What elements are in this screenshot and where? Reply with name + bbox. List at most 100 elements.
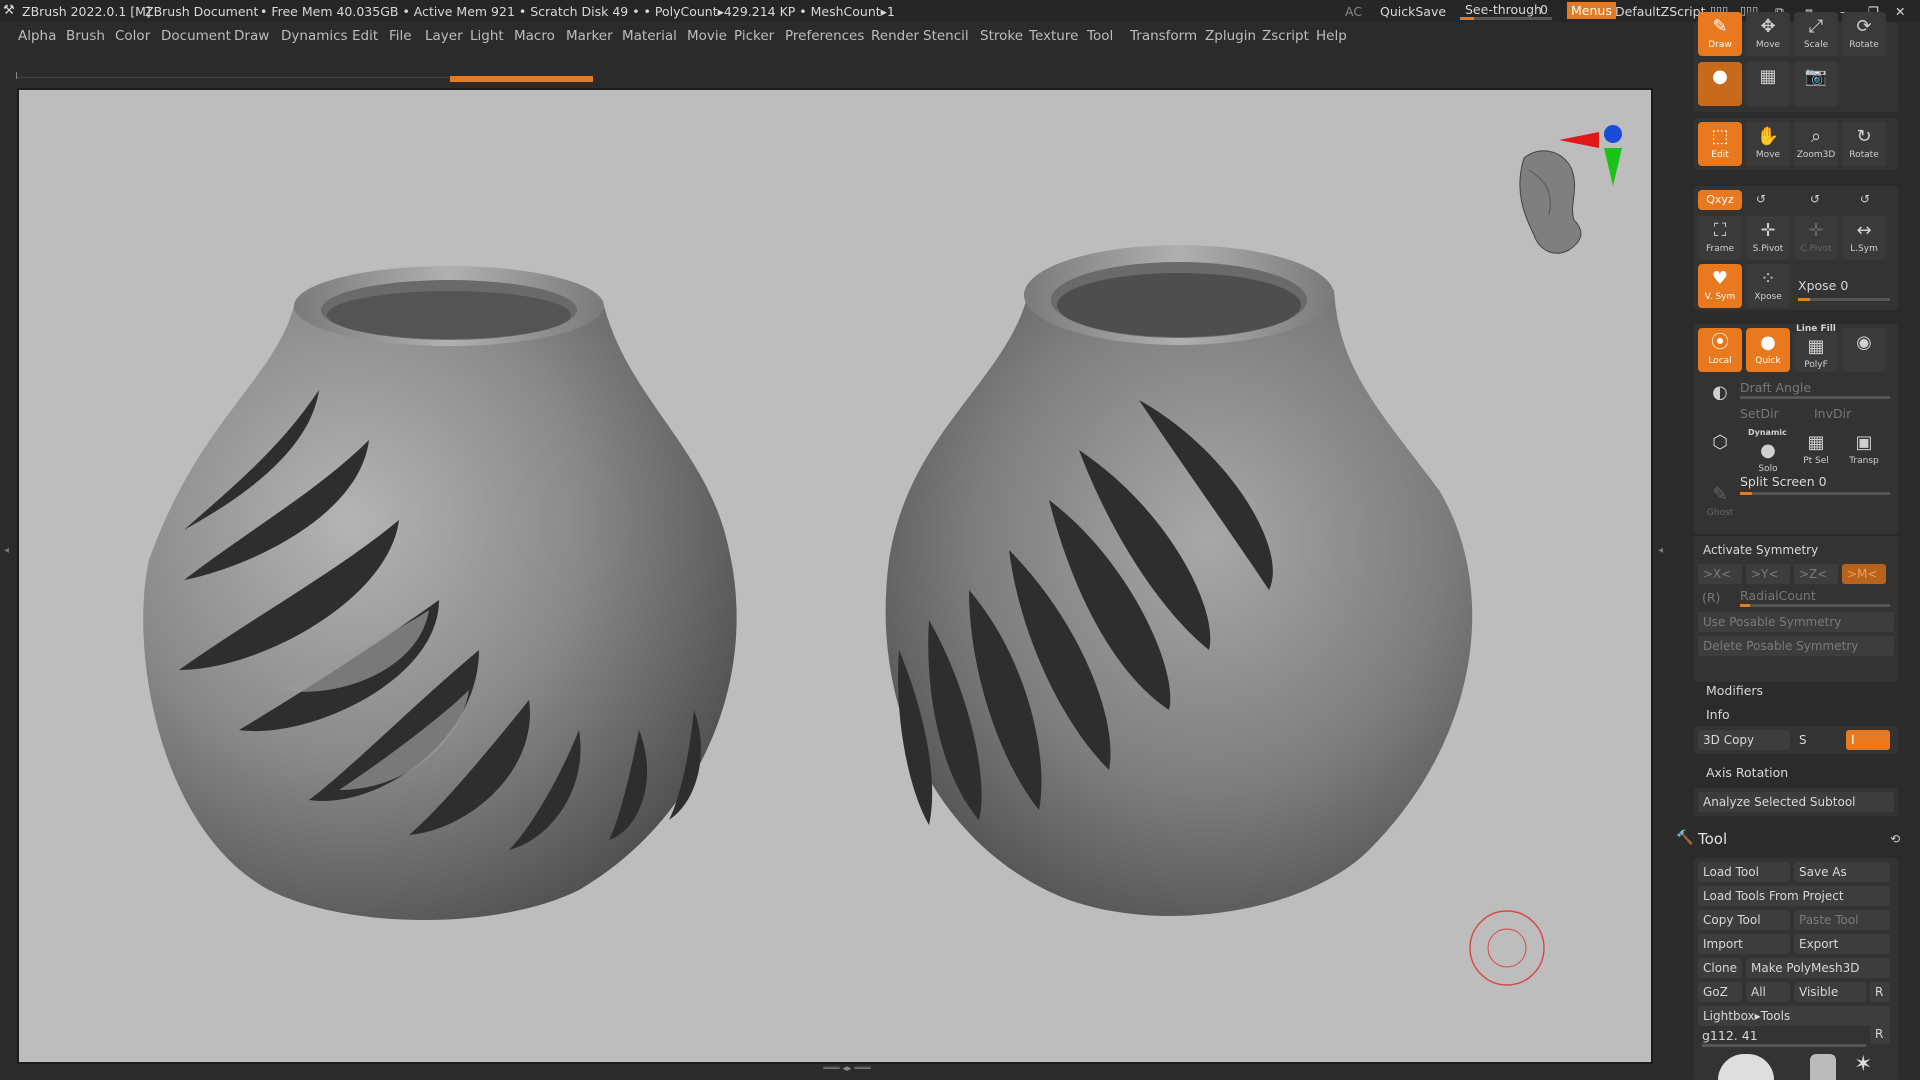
right-tray-arrow-icon[interactable]: ◂ bbox=[1658, 545, 1663, 556]
sym-x-button[interactable]: >X< bbox=[1698, 564, 1742, 584]
delete-posable-symmetry-button[interactable]: Delete Posable Symmetry bbox=[1698, 636, 1894, 656]
modifiers-header[interactable]: Modifiers bbox=[1694, 680, 1898, 702]
sym-x-icon[interactable]: ↺ bbox=[1860, 192, 1870, 206]
default-zscript-button[interactable]: DefaultZScript bbox=[1615, 4, 1706, 19]
sphere-button[interactable]: ◉ bbox=[1842, 328, 1886, 372]
copy3d-i-toggle[interactable]: I bbox=[1846, 730, 1890, 750]
invdir-button[interactable]: InvDir bbox=[1814, 406, 1851, 421]
ghost-button[interactable]: ✎ Ghost bbox=[1698, 480, 1742, 524]
vsym-button[interactable]: ♥ V. Sym bbox=[1698, 264, 1742, 308]
menu-dynamics[interactable]: Dynamics bbox=[281, 28, 348, 44]
lsym-button[interactable]: ↔ L.Sym bbox=[1842, 216, 1886, 260]
left-tray-arrow-icon[interactable]: ◂ bbox=[4, 545, 9, 556]
tool-thumbnail-cylinder[interactable] bbox=[1810, 1054, 1836, 1080]
current-tool-slider[interactable] bbox=[1702, 1044, 1866, 1047]
menus-toggle-button[interactable]: Menus bbox=[1567, 2, 1616, 19]
sym-y-icon[interactable]: ↺ bbox=[1756, 192, 1766, 206]
menu-macro[interactable]: Macro bbox=[514, 28, 555, 44]
local-button[interactable]: ⦿ Local bbox=[1698, 328, 1742, 372]
scale-button[interactable]: ⤢ Scale bbox=[1794, 12, 1838, 56]
move-button[interactable]: ✥ Move bbox=[1746, 12, 1790, 56]
goz-r-button[interactable]: R bbox=[1870, 982, 1890, 1002]
quicksave-button[interactable]: QuickSave bbox=[1380, 4, 1446, 19]
clone-button[interactable]: Clone bbox=[1698, 958, 1742, 978]
menu-brush[interactable]: Brush bbox=[66, 28, 105, 44]
xpose-button[interactable]: ⁘ Xpose bbox=[1746, 264, 1790, 308]
export-button[interactable]: Export bbox=[1794, 934, 1890, 954]
menu-draw[interactable]: Draw bbox=[234, 28, 269, 44]
sym-z-button[interactable]: >Z< bbox=[1794, 564, 1838, 584]
menu-material[interactable]: Material bbox=[622, 28, 677, 44]
radialcount-slider[interactable] bbox=[1740, 604, 1890, 607]
tool-thumbnail-vase[interactable] bbox=[1718, 1054, 1774, 1080]
navigation-gizmo[interactable] bbox=[1519, 125, 1622, 254]
menu-render[interactable]: Render bbox=[871, 28, 919, 44]
menu-movie[interactable]: Movie bbox=[687, 28, 727, 44]
see-through-label[interactable]: See-through bbox=[1465, 2, 1542, 17]
activate-symmetry-button[interactable]: Activate Symmetry bbox=[1698, 540, 1894, 560]
zoom3d-button[interactable]: ⌕ Zoom3D bbox=[1794, 122, 1838, 166]
current-tool-label[interactable]: g112. 41 bbox=[1702, 1028, 1758, 1043]
save-as-button[interactable]: Save As bbox=[1794, 862, 1890, 882]
load-tool-button[interactable]: Load Tool bbox=[1698, 862, 1790, 882]
menu-texture[interactable]: Texture bbox=[1029, 28, 1078, 44]
xyz-button[interactable]: Qxyz bbox=[1698, 190, 1742, 210]
paste-tool-button[interactable]: Paste Tool bbox=[1794, 910, 1890, 930]
menu-picker[interactable]: Picker bbox=[734, 28, 774, 44]
menu-marker[interactable]: Marker bbox=[566, 28, 613, 44]
use-posable-symmetry-button[interactable]: Use Posable Symmetry bbox=[1698, 612, 1894, 632]
menu-edit[interactable]: Edit bbox=[352, 28, 378, 44]
menu-stroke[interactable]: Stroke bbox=[980, 28, 1023, 44]
ac-label[interactable]: AC bbox=[1345, 4, 1362, 19]
menu-layer[interactable]: Layer bbox=[425, 28, 463, 44]
menu-zplugin[interactable]: Zplugin bbox=[1205, 28, 1256, 44]
cpivot-button[interactable]: ✛ C.Pivot bbox=[1794, 216, 1838, 260]
setdir-button[interactable]: SetDir bbox=[1740, 406, 1779, 421]
bottom-tray-toggle-icon[interactable]: ═══ ◂▸ ═══ bbox=[772, 1064, 922, 1074]
radial-r-toggle[interactable]: (R) bbox=[1702, 590, 1720, 605]
axis-rotation-header[interactable]: Axis Rotation bbox=[1694, 762, 1898, 784]
document-canvas[interactable] bbox=[19, 90, 1651, 1062]
transp-button[interactable]: ▣ Transp bbox=[1842, 428, 1886, 472]
import-button[interactable]: Import bbox=[1698, 934, 1790, 954]
menu-zscript[interactable]: Zscript bbox=[1262, 28, 1309, 44]
split-screen-slider[interactable] bbox=[1740, 492, 1890, 495]
radialcount-label[interactable]: RadialCount bbox=[1740, 588, 1816, 603]
menu-stencil[interactable]: Stencil bbox=[923, 28, 969, 44]
tool-palette-title[interactable]: Tool bbox=[1698, 830, 1727, 848]
make-polymesh3d-button[interactable]: Make PolyMesh3D bbox=[1746, 958, 1890, 978]
menu-transform[interactable]: Transform bbox=[1130, 28, 1197, 44]
polyf-button[interactable]: ▦ PolyF bbox=[1794, 332, 1838, 372]
draw-button[interactable]: ✎ Draw bbox=[1698, 12, 1742, 56]
goz-all-button[interactable]: All bbox=[1746, 982, 1790, 1002]
menu-alpha[interactable]: Alpha bbox=[18, 28, 56, 44]
snapshot-button[interactable]: 📷 bbox=[1794, 62, 1838, 106]
draft-angle-label[interactable]: Draft Angle bbox=[1740, 380, 1811, 395]
analyze-subtool-button[interactable]: Analyze Selected Subtool bbox=[1698, 792, 1894, 812]
rotate-button[interactable]: ⟳ Rotate bbox=[1842, 12, 1886, 56]
menu-color[interactable]: Color bbox=[115, 28, 150, 44]
load-tools-from-project-button[interactable]: Load Tools From Project bbox=[1698, 886, 1890, 906]
solo-button[interactable]: ● Solo bbox=[1746, 436, 1790, 474]
tool-thumbnail-star-icon[interactable]: ✶ bbox=[1854, 1052, 1872, 1077]
sym-y-button[interactable]: >Y< bbox=[1746, 564, 1790, 584]
menu-preferences[interactable]: Preferences bbox=[785, 28, 864, 44]
close-icon[interactable]: ✕ bbox=[1895, 4, 1905, 19]
sym-z-icon[interactable]: ↺ bbox=[1810, 192, 1820, 206]
split-screen-label[interactable]: Split Screen 0 bbox=[1740, 474, 1827, 489]
lightbox-tools-button[interactable]: Lightbox▸Tools bbox=[1698, 1006, 1890, 1026]
tool-reset-icon[interactable]: ⟲ bbox=[1890, 832, 1900, 846]
xpose-slider[interactable] bbox=[1798, 298, 1890, 301]
edit-mode-button[interactable]: ▦ bbox=[1746, 62, 1790, 106]
menu-tool[interactable]: Tool bbox=[1087, 28, 1113, 44]
edit-button[interactable]: ⬚ Edit bbox=[1698, 122, 1742, 166]
cube-button[interactable]: ⬡ bbox=[1698, 428, 1742, 472]
contrast-button[interactable]: ◐ bbox=[1698, 378, 1742, 422]
nav-move-button[interactable]: ✋ Move bbox=[1746, 122, 1790, 166]
menu-document[interactable]: Document bbox=[161, 28, 231, 44]
see-through-slider[interactable] bbox=[1460, 17, 1552, 20]
material-swatch[interactable]: ● bbox=[1698, 62, 1742, 106]
copy3d-s-toggle[interactable]: S bbox=[1794, 730, 1838, 750]
sym-m-button[interactable]: >M< bbox=[1842, 564, 1886, 584]
info-header[interactable]: Info bbox=[1694, 704, 1898, 726]
